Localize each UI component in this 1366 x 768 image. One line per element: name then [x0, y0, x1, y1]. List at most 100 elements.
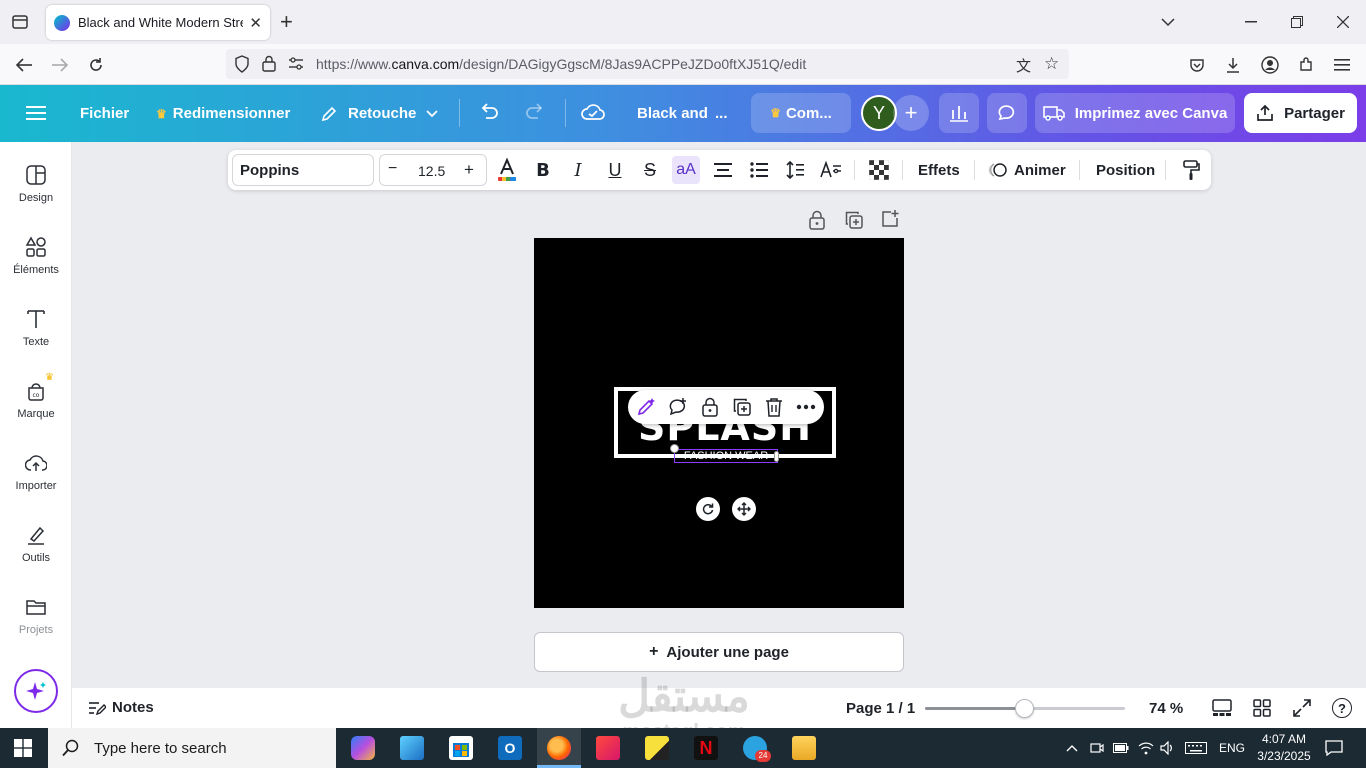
lock-page-icon[interactable] — [808, 210, 826, 230]
print-with-canva-button[interactable]: Imprimez avec Canva — [1035, 93, 1235, 133]
font-size-increase-button[interactable]: + — [464, 160, 474, 180]
sidebar-item-projects[interactable]: Projets — [0, 596, 72, 656]
magic-assistant-button[interactable] — [14, 669, 58, 713]
zoom-slider-thumb[interactable] — [1015, 699, 1034, 718]
cloud-saved-icon[interactable] — [581, 102, 605, 122]
align-center-icon[interactable] — [709, 156, 737, 184]
page-indicator[interactable]: Page 1 / 1 — [846, 700, 915, 717]
transparency-icon[interactable] — [865, 156, 893, 184]
store-app-icon[interactable] — [449, 736, 473, 760]
text-color-icon[interactable] — [493, 156, 521, 184]
font-size-value[interactable]: 12.5 — [418, 163, 445, 179]
firefox-taskbar-button[interactable] — [537, 728, 581, 768]
list-icon[interactable] — [745, 156, 773, 184]
sidebar-item-design[interactable]: Design — [0, 164, 72, 224]
notification-icon[interactable] — [1325, 728, 1343, 768]
shield-icon[interactable] — [234, 55, 250, 73]
move-icon[interactable] — [732, 497, 756, 521]
font-size-decrease-button[interactable]: − — [388, 160, 397, 178]
add-page-icon[interactable] — [881, 210, 899, 228]
lock-icon[interactable] — [262, 55, 276, 72]
taskbar-search-box[interactable]: Type here to search — [48, 728, 336, 768]
anydesk-app-icon[interactable] — [596, 736, 620, 760]
sidebar-item-tools[interactable]: Outils — [0, 524, 72, 584]
comment-add-icon[interactable] — [667, 396, 689, 418]
browser-tab-active[interactable]: Black and White Modern Streetwear ✕ — [46, 5, 270, 40]
file-explorer-app-icon[interactable] — [792, 736, 816, 760]
notes-button[interactable]: Notes — [88, 699, 154, 716]
more-options-icon[interactable] — [795, 396, 817, 418]
magic-edit-icon[interactable] — [635, 396, 657, 418]
downloads-icon[interactable] — [1222, 54, 1244, 76]
avatar[interactable]: Y — [861, 95, 897, 131]
bookmark-star-icon[interactable]: ☆ — [1044, 54, 1059, 74]
tray-chevron-up-icon[interactable] — [1066, 728, 1078, 768]
sidebar-item-upload[interactable]: Importer — [0, 452, 72, 512]
network-icon[interactable] — [1138, 728, 1154, 768]
edit-menu[interactable]: Retouche — [320, 85, 438, 142]
share-button[interactable]: Partager — [1244, 93, 1357, 133]
telegram-app-icon[interactable]: 24 — [743, 736, 771, 762]
zoom-slider[interactable] — [925, 699, 1125, 718]
grid-view-icon[interactable] — [1253, 699, 1271, 717]
selection-handle[interactable] — [670, 444, 679, 453]
subline-text-selected[interactable]: FASHION WEAR — [674, 449, 778, 463]
add-page-button[interactable]: + Ajouter une page — [534, 632, 904, 672]
netflix-app-icon[interactable]: N — [694, 736, 718, 760]
premium-button[interactable]: ♛ Com... — [751, 93, 851, 133]
extensions-icon[interactable] — [1295, 54, 1317, 76]
sidebar-item-brand[interactable]: co ♛ Marque — [0, 372, 72, 440]
undo-icon[interactable] — [478, 103, 500, 121]
zoom-level[interactable]: 74 % — [1149, 700, 1183, 717]
font-family-select[interactable]: Poppins — [232, 154, 374, 186]
url-text[interactable]: https://www.canva.com/design/DAGigyGgscM… — [316, 56, 806, 72]
new-tab-button[interactable]: + — [280, 9, 293, 35]
translate-icon[interactable]: 文 — [1016, 55, 1031, 76]
rotate-icon[interactable] — [696, 497, 720, 521]
design-title[interactable]: Black and — [637, 85, 708, 142]
battery-icon[interactable] — [1113, 728, 1129, 768]
windows-start-icon[interactable] — [14, 739, 32, 757]
page-view-icon[interactable] — [1212, 698, 1232, 718]
position-button[interactable]: Position — [1096, 150, 1155, 190]
comments-icon[interactable] — [987, 93, 1027, 133]
strikethrough-icon[interactable]: S — [636, 156, 664, 184]
tab-overflow-chevron-icon[interactable] — [1156, 10, 1180, 34]
sidebar-item-text[interactable]: Texte — [0, 308, 72, 368]
italic-icon[interactable]: I — [564, 156, 592, 184]
trash-icon[interactable] — [763, 396, 785, 418]
lock-icon[interactable] — [699, 396, 721, 418]
reload-icon[interactable] — [85, 54, 107, 76]
app-menu-icon[interactable] — [1331, 54, 1353, 76]
minimize-window-icon[interactable] — [1239, 10, 1263, 34]
text-effects-style-icon[interactable] — [817, 156, 845, 184]
spacing-icon[interactable] — [781, 156, 809, 184]
pocket-icon[interactable] — [1186, 54, 1208, 76]
permissions-icon[interactable] — [288, 57, 304, 71]
close-window-icon[interactable] — [1331, 10, 1355, 34]
copy-style-paintroller-icon[interactable] — [1177, 156, 1205, 184]
hamburger-icon[interactable] — [26, 104, 46, 122]
redo-icon[interactable] — [524, 103, 546, 121]
url-bar[interactable]: https://www.canva.com/design/DAGigyGgscM… — [226, 49, 1069, 79]
copilot-app-icon[interactable] — [351, 736, 375, 760]
animate-button[interactable]: Animer — [988, 150, 1066, 190]
back-arrow-icon[interactable] — [13, 54, 35, 76]
restore-window-icon[interactable] — [1285, 10, 1309, 34]
keyboard-icon[interactable] — [1185, 728, 1207, 768]
sidebar-item-elements[interactable]: Éléments — [0, 236, 72, 296]
insights-icon[interactable] — [939, 93, 979, 133]
outlook-app-icon[interactable]: O — [498, 736, 522, 760]
invite-plus-icon[interactable]: + — [893, 95, 929, 131]
letter-case-button[interactable]: aA — [672, 156, 700, 184]
tray-meet-icon[interactable] — [1090, 728, 1104, 768]
resize-button[interactable]: ♛ Redimensionner — [156, 85, 290, 142]
forward-arrow-icon[interactable] — [49, 54, 71, 76]
account-icon[interactable] — [1259, 54, 1281, 76]
fullscreen-icon[interactable] — [1293, 699, 1311, 717]
sticky-app-icon[interactable] — [645, 736, 669, 760]
underline-icon[interactable]: U — [601, 156, 629, 184]
duplicate-icon[interactable] — [731, 396, 753, 418]
tab-list-icon[interactable] — [10, 12, 30, 32]
volume-icon[interactable] — [1160, 728, 1176, 768]
